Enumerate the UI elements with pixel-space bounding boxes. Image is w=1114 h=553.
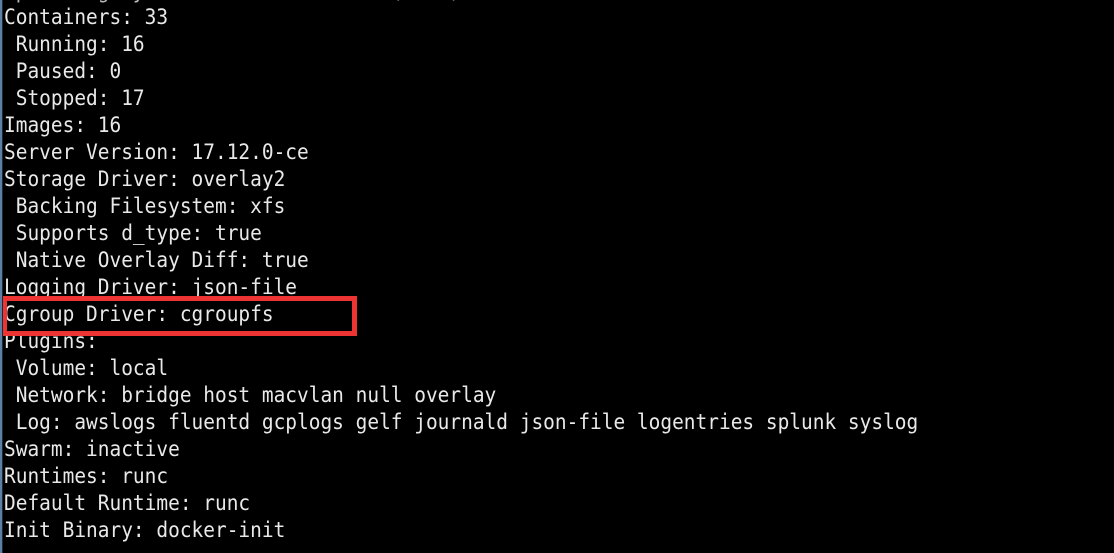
terminal-line-cgroup-driver: Cgroup Driver: cgroupfs	[4, 302, 274, 327]
terminal-line-runtimes: Runtimes: runc	[4, 464, 169, 489]
terminal-line-network: Network: bridge host macvlan null overla…	[4, 383, 497, 408]
terminal-line-storage-driver: Storage Driver: overlay2	[4, 167, 286, 192]
terminal-output[interactable]: Operating System: CentOS Linux 7 (Core) …	[0, 0, 1114, 553]
terminal-line-backing-filesystem: Backing Filesystem: xfs	[4, 194, 286, 219]
terminal-line-logging-driver: Logging Driver: json-file	[4, 275, 298, 300]
terminal-line-plugins: Plugins:	[4, 329, 98, 354]
terminal-line-default-runtime: Default Runtime: runc	[4, 491, 251, 516]
terminal-line-supports-dtype: Supports d_type: true	[4, 221, 262, 246]
terminal-line-swarm: Swarm: inactive	[4, 437, 180, 462]
window-left-border-inner	[2, 0, 3, 553]
terminal-line-init-binary: Init Binary: docker-init	[4, 518, 286, 543]
terminal-line-stopped: Stopped: 17	[4, 86, 145, 111]
terminal-screenshot: Operating System: CentOS Linux 7 (Core) …	[0, 0, 1114, 553]
terminal-line-running: Running: 16	[4, 32, 145, 57]
terminal-line-server-version: Server Version: 17.12.0-ce	[4, 140, 309, 165]
terminal-line-volume: Volume: local	[4, 356, 169, 381]
terminal-line-images: Images: 16	[4, 113, 122, 138]
terminal-line-log: Log: awslogs fluentd gcplogs gelf journa…	[4, 410, 919, 435]
terminal-line-native-overlay-diff: Native Overlay Diff: true	[4, 248, 309, 273]
terminal-line-containers: Containers: 33	[4, 5, 169, 30]
terminal-line-paused: Paused: 0	[4, 59, 122, 84]
